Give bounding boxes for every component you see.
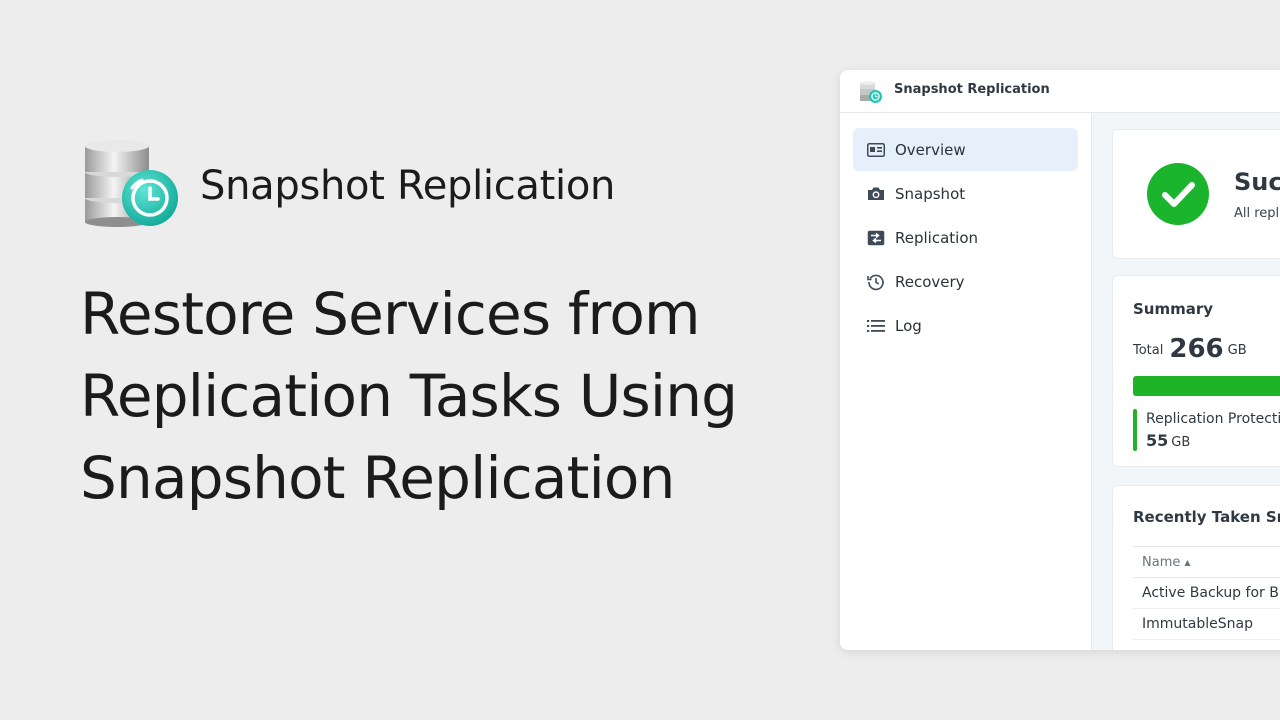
sidebar-item-label: Snapshot: [895, 184, 966, 203]
table-row[interactable]: ......: [1133, 640, 1280, 650]
app-window: Snapshot Replication Overview Snapshot R…: [840, 70, 1280, 650]
total-usage: Total 266 GB: [1133, 334, 1247, 364]
sidebar-item-label: Recovery: [895, 272, 965, 291]
column-name-label: Name: [1142, 554, 1181, 570]
status-title: Suc: [1234, 168, 1280, 196]
summary-card: Summary Total 266 GB Replication Protectio…: [1112, 275, 1280, 467]
sidebar: Overview Snapshot Replication Recovery L…: [840, 113, 1092, 650]
main-content: Suc All repl Summary Total 266 GB Replicat…: [1092, 113, 1280, 650]
sidebar-item-label: Replication: [895, 228, 979, 247]
legend-value-unit: GB: [1171, 435, 1191, 450]
recent-snapshots-title: Recently Taken Sn: [1133, 508, 1280, 526]
sidebar-item-label: Overview: [895, 140, 966, 159]
total-label: Total: [1133, 343, 1164, 358]
legend-color-marker: [1133, 409, 1137, 451]
table-row[interactable]: ImmutableSnap: [1133, 609, 1280, 640]
sidebar-item-label: Log: [895, 316, 922, 335]
legend-value-number: 55: [1146, 431, 1169, 450]
table-cell-name: ......: [1142, 640, 1169, 650]
legend-label: Replication Protectio: [1146, 411, 1280, 427]
recent-snapshots-card: Recently Taken Sn Name ▲ Active Backup f…: [1112, 485, 1280, 650]
hero-app-name: Snapshot Replication: [200, 163, 616, 209]
total-unit: GB: [1227, 343, 1247, 358]
summary-title: Summary: [1133, 300, 1214, 318]
replication-icon: [866, 228, 886, 248]
usage-bar-fill: [1133, 376, 1280, 396]
sidebar-item-snapshot[interactable]: Snapshot: [853, 172, 1078, 215]
status-subtitle: All repl: [1234, 206, 1280, 221]
table-header-name[interactable]: Name ▲: [1133, 546, 1280, 578]
sort-ascending-icon: ▲: [1184, 557, 1191, 567]
overview-icon: [866, 140, 886, 160]
headline-line: Replication Tasks Using: [80, 362, 738, 430]
snapshot-replication-logo-icon: [80, 136, 180, 232]
table-cell-name: ImmutableSnap: [1142, 616, 1253, 632]
table-cell-name: Active Backup for Bu: [1142, 585, 1280, 601]
sidebar-item-replication[interactable]: Replication: [853, 216, 1078, 259]
legend-value: 55 GB: [1146, 431, 1190, 450]
status-card: Suc All repl: [1112, 129, 1280, 259]
total-value: 266: [1169, 334, 1224, 364]
camera-icon: [866, 184, 886, 204]
list-icon: [866, 316, 886, 336]
sidebar-item-log[interactable]: Log: [853, 304, 1078, 347]
usage-bar: [1133, 376, 1280, 396]
check-circle-icon: [1146, 162, 1210, 226]
sidebar-item-recovery[interactable]: Recovery: [853, 260, 1078, 303]
table-row[interactable]: Active Backup for Bu: [1133, 578, 1280, 609]
window-title: Snapshot Replication: [894, 82, 1050, 97]
hero-headline: Restore Services from Replication Tasks …: [80, 273, 800, 519]
headline-line: Restore Services from: [80, 280, 701, 348]
sidebar-item-overview[interactable]: Overview: [853, 128, 1078, 171]
history-icon: [866, 272, 886, 292]
app-icon: [859, 80, 883, 104]
snapshots-table: Name ▲ Active Backup for Bu ImmutableSna…: [1133, 546, 1280, 650]
window-titlebar[interactable]: Snapshot Replication: [840, 70, 1280, 113]
headline-line: Snapshot Replication: [80, 444, 675, 512]
